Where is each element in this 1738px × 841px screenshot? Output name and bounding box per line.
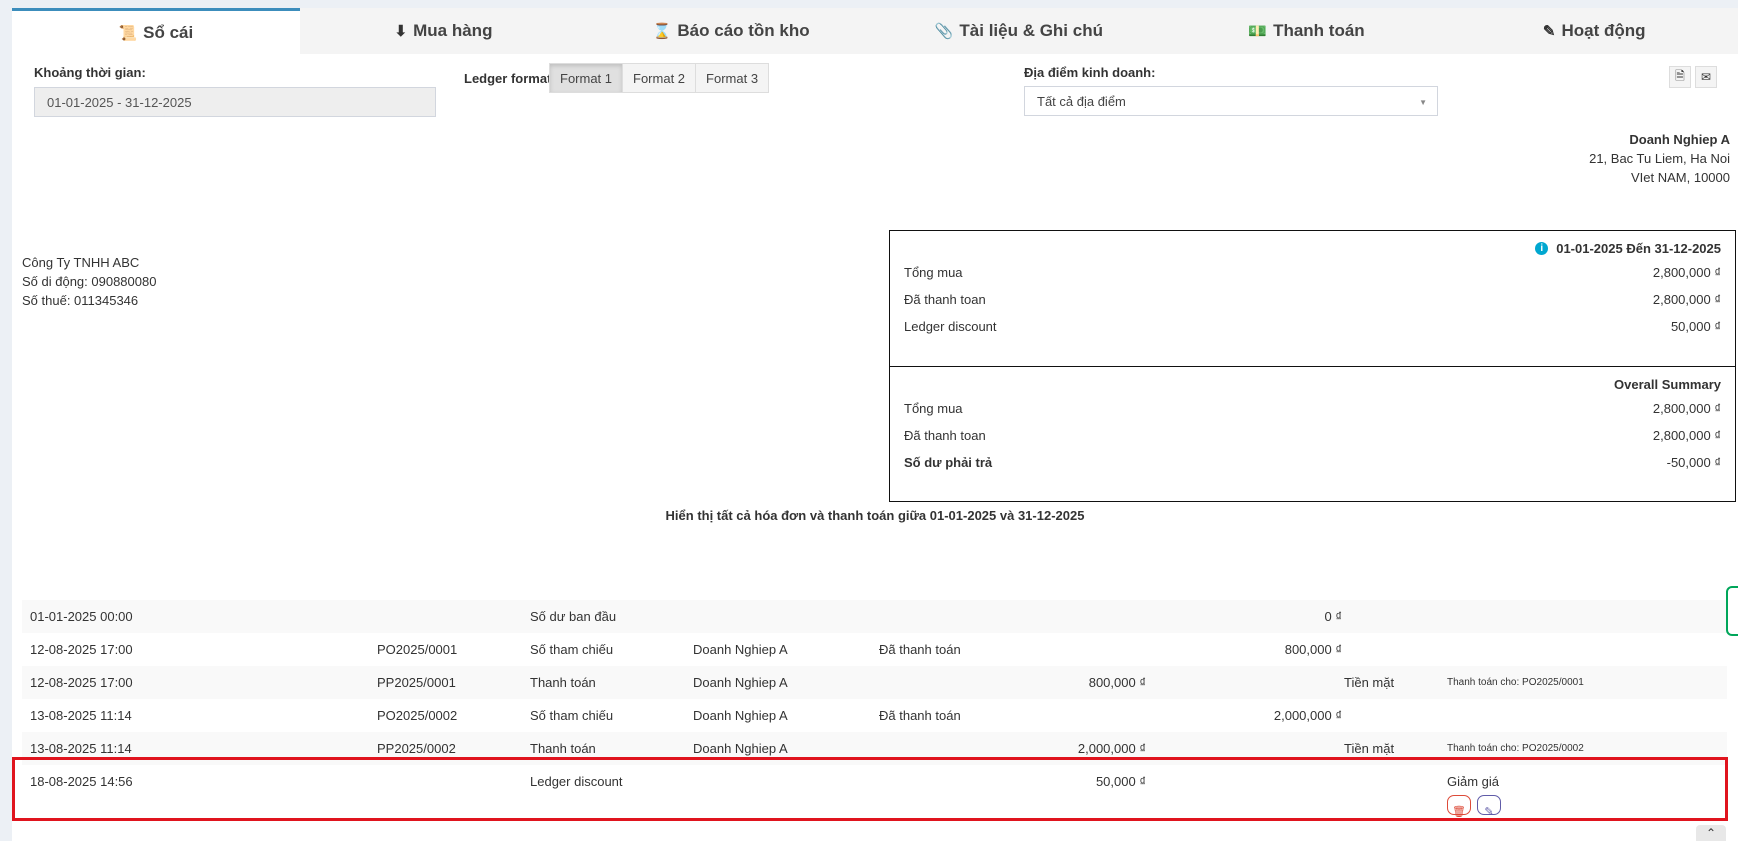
summary-row: Đã thanh toan 2,800,000 ₫ xyxy=(904,292,1721,307)
ledger-icon: 📜 xyxy=(118,24,138,42)
format-3-button[interactable]: Format 3 xyxy=(695,63,770,93)
ledger-format-label: Ledger format xyxy=(464,71,552,86)
overall-summary: Overall Summary Tổng mua 2,800,000 ₫ Đã … xyxy=(889,366,1736,502)
tab-bar: 📜 Sổ cái ⬇ Mua hàng ⌛ Báo cáo tồn kho 📎 … xyxy=(12,8,1738,54)
tab-ledger[interactable]: 📜 Sổ cái xyxy=(12,8,300,54)
tab-label: Thanh toán xyxy=(1273,21,1365,40)
tab-documents-notes[interactable]: 📎 Tài liệu & Ghi chú xyxy=(875,8,1163,54)
ledger-panel: 📜 Sổ cái ⬇ Mua hàng ⌛ Báo cáo tồn kho 📎 … xyxy=(12,8,1738,841)
period-summary-title: i 01-01-2025 Đến 31-12-2025 xyxy=(890,231,1735,259)
summary-row: Ledger discount 50,000 ₫ xyxy=(904,319,1721,334)
contact-info: Công Ty TNHH ABC Số di động: 090880080 S… xyxy=(22,253,156,310)
envelope-icon: ✉ xyxy=(1700,70,1712,84)
business-info: Doanh Nghiep A 21, Bac Tu Liem, Ha Noi V… xyxy=(1589,130,1730,187)
email-button[interactable]: ✉ xyxy=(1695,66,1717,88)
tab-stock-report[interactable]: ⌛ Báo cáo tồn kho xyxy=(587,8,875,54)
location-select[interactable]: Tất cả địa điểm ▼ xyxy=(1024,86,1438,116)
showing-text: Hiển thị tất cả hóa đơn và thanh toán gi… xyxy=(665,508,1085,523)
business-address-line1: 21, Bac Tu Liem, Ha Noi xyxy=(1589,151,1730,166)
overall-summary-title: Overall Summary xyxy=(1614,376,1721,392)
paperclip-icon: 📎 xyxy=(934,23,954,40)
contact-tax: Số thuế: 011345346 xyxy=(22,293,139,308)
tab-label: Sổ cái xyxy=(143,22,194,42)
tab-label: Báo cáo tồn kho xyxy=(677,21,810,40)
info-icon[interactable]: i xyxy=(1535,241,1549,255)
summary-row: Tổng mua 2,800,000 ₫ xyxy=(904,401,1721,416)
pdf-button[interactable]: 🗎 xyxy=(1669,66,1691,88)
summary-row: Số dư phải trả -50,000 ₫ xyxy=(904,455,1721,470)
file-pdf-icon: 🗎 xyxy=(1675,68,1685,83)
location-label: Địa điểm kinh doanh: xyxy=(1024,65,1156,80)
period-summary: i 01-01-2025 Đến 31-12-2025 Tổng mua 2,8… xyxy=(889,230,1736,368)
tab-purchases[interactable]: ⬇ Mua hàng xyxy=(300,8,588,54)
tab-label: Mua hàng xyxy=(413,21,493,40)
hourglass-icon: ⌛ xyxy=(652,23,672,40)
date-range-value: 01-01-2025 - 31-12-2025 xyxy=(47,95,192,110)
edit-square-icon: ✎ xyxy=(1542,23,1556,40)
money-icon: 💵 xyxy=(1248,23,1268,40)
date-range-input[interactable]: 01-01-2025 - 31-12-2025 xyxy=(34,87,436,117)
location-value: Tất cả địa điểm xyxy=(1037,94,1126,109)
table-row: 13-08-2025 11:14 PO2025/0002 Số tham chi… xyxy=(30,708,1342,723)
table-row: 01-01-2025 00:00 Số dư ban đầu 0 ₫ xyxy=(22,600,1727,633)
chevron-up-icon: ⌃ xyxy=(1705,826,1717,840)
caret-down-icon: ▼ xyxy=(1419,98,1427,107)
scroll-top-button[interactable]: ⌃ xyxy=(1696,825,1726,841)
side-widget[interactable] xyxy=(1726,586,1738,636)
business-name: Doanh Nghiep A xyxy=(1629,132,1730,147)
table-row: 12-08-2025 17:00 PO2025/0001 Số tham chi… xyxy=(30,642,1342,657)
format-1-button[interactable]: Format 1 xyxy=(549,63,624,93)
format-2-button[interactable]: Format 2 xyxy=(622,63,697,93)
summary-row: Đã thanh toan 2,800,000 ₫ xyxy=(904,428,1721,443)
tab-label: Tài liệu & Ghi chú xyxy=(959,21,1103,40)
table-row: 12-08-2025 17:00 PP2025/0001 Thanh toán … xyxy=(22,666,1727,699)
tab-label: Hoạt động xyxy=(1561,21,1646,40)
tab-payments[interactable]: 💵 Thanh toán xyxy=(1163,8,1451,54)
ledger-format-group: Format 1 Format 2 Format 3 xyxy=(549,63,770,93)
tab-activities[interactable]: ✎ Hoạt động xyxy=(1450,8,1738,54)
date-range-label: Khoảng thời gian: xyxy=(34,65,146,80)
contact-name: Công Ty TNHH ABC xyxy=(22,255,140,270)
highlight-box xyxy=(12,757,1728,821)
summary-row: Tổng mua 2,800,000 ₫ xyxy=(904,265,1721,280)
arrow-circle-down-icon: ⬇ xyxy=(394,23,408,40)
contact-mobile: Số di động: 090880080 xyxy=(22,274,157,289)
business-address-line2: VIet NAM, 10000 xyxy=(1631,170,1730,185)
